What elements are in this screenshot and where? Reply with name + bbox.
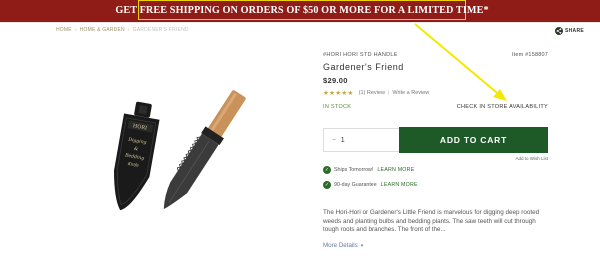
write-review-link[interactable]: Write a Review [392,90,429,96]
guarantee-row: ✓ 90-day Guarantee LEARN MORE [323,181,418,189]
breadcrumb-separator: › [127,27,130,33]
more-details-label: More Details [323,242,358,249]
share-label: SHARE [565,28,585,34]
promo-banner[interactable]: GET FREE SHIPPING ON ORDERS OF $50 OR MO… [0,0,600,22]
ships-tomorrow-text: Ships Tomorrow! [334,167,374,173]
share-button[interactable]: SHARE [555,27,584,35]
check-circle-icon: ✓ [323,181,331,189]
add-to-cart-button[interactable]: ADD TO CART [399,127,548,153]
add-to-wishlist-link[interactable]: Add to Wish List [515,156,548,161]
quantity-selector[interactable]: – 1 [323,128,353,152]
item-number: Item #158807 [511,52,548,58]
star-rating: ★★★★★ [323,90,354,97]
stock-status: IN STOCK [323,104,352,110]
ships-learn-more-link[interactable]: LEARN MORE [377,167,414,173]
quantity-decrement-button[interactable]: – [332,137,335,143]
product-price: $29.00 [323,76,348,85]
share-icon [555,27,563,35]
reviews-link[interactable]: (1) Review [359,90,385,96]
more-details-link[interactable]: More Details ▾ [323,242,363,249]
product-sku: #HORI HORI STD HANDLE [323,52,398,58]
hori-hori-knife-illustration: HORI Digging & Bedding Knife [113,90,246,211]
quantity-field-border [353,128,399,152]
check-store-availability-link[interactable]: CHECK IN STORE AVAILABILITY [457,104,548,110]
rating-separator: | [387,90,390,96]
product-title: Gardener's Friend [323,62,404,72]
product-image[interactable]: HORI Digging & Bedding Knife [100,90,250,220]
guarantee-text: 90-day Guarantee [334,182,377,188]
ships-tomorrow-row: ✓ Ships Tomorrow! LEARN MORE [323,166,414,174]
breadcrumb-current: GARDENER'S FRIEND [132,27,189,33]
header-divider [0,22,600,23]
promo-banner-box: GET FREE SHIPPING ON ORDERS OF $50 OR MO… [115,0,489,20]
chevron-down-icon: ▾ [360,242,364,249]
product-description: The Hori-Hori or Gardener's Little Frien… [323,209,540,234]
promo-banner-text: GET FREE SHIPPING ON ORDERS OF $50 OR MO… [115,4,489,16]
breadcrumb-home[interactable]: HOME [56,27,72,33]
breadcrumb-separator: › [74,27,77,33]
breadcrumb-home-garden[interactable]: HOME & GARDEN [80,27,125,33]
guarantee-learn-more-link[interactable]: LEARN MORE [381,182,418,188]
check-circle-icon: ✓ [323,166,331,174]
rating-row: ★★★★★ (1) Review | Write a Review [323,89,429,97]
quantity-input[interactable]: 1 [341,137,345,144]
breadcrumb: HOME › HOME & GARDEN › GARDENER'S FRIEND [56,27,189,33]
